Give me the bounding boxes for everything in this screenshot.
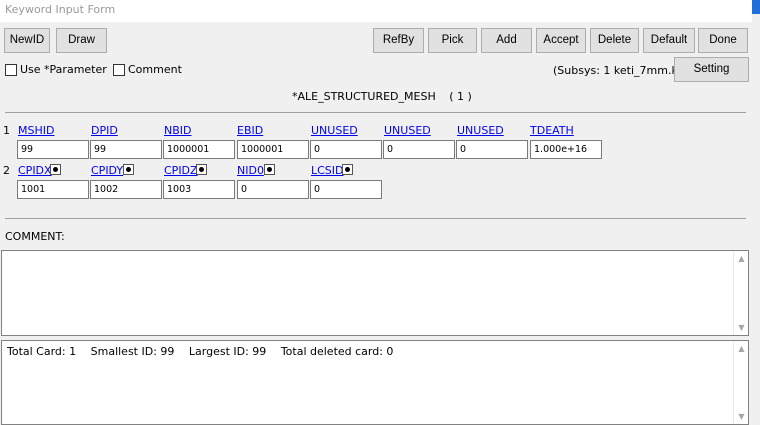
- dpid-input[interactable]: 99: [90, 140, 162, 159]
- keyword-input-form: NewID Draw RefBy Pick Add Accept Delete …: [0, 22, 752, 425]
- keyword-count: ( 1 ): [449, 90, 472, 103]
- largest-id-text: Largest ID: 99: [188, 345, 267, 358]
- cpidz-picker-icon[interactable]: [196, 164, 207, 175]
- cpidz-input[interactable]: 1003: [163, 180, 235, 199]
- ref-by-button[interactable]: RefBy: [373, 28, 424, 53]
- separator-top: [5, 112, 746, 113]
- scroll-up-arrow-icon[interactable]: ▲: [737, 254, 746, 263]
- draw-button[interactable]: Draw: [56, 28, 107, 53]
- card-1-number: 1: [3, 124, 10, 137]
- comment-scrollbar[interactable]: ▲ ▼: [733, 251, 748, 335]
- field-label-dpid[interactable]: DPID: [91, 124, 118, 137]
- status-summary: Total Card: 1 Smallest ID: 99 Largest ID…: [7, 345, 404, 358]
- done-button[interactable]: Done: [698, 28, 748, 53]
- scroll-down-arrow-icon[interactable]: ▼: [737, 323, 746, 332]
- keyword-name: *ALE_STRUCTURED_MESH ( 1 ): [292, 90, 472, 103]
- field-label-mshid[interactable]: MSHID: [18, 124, 54, 137]
- ebid-input[interactable]: 1000001: [237, 140, 309, 159]
- subsys-label: (Subsys: 1 keti_7mm.k): [553, 64, 683, 77]
- field-label-cpidz[interactable]: CPIDZ: [164, 164, 198, 177]
- lcsid-picker-icon[interactable]: [342, 164, 353, 175]
- cpidx-picker-icon[interactable]: [50, 164, 61, 175]
- smallest-id-text: Smallest ID: 99: [90, 345, 175, 358]
- window-title: Keyword Input Form: [0, 0, 752, 22]
- comment-textarea[interactable]: ▲ ▼: [1, 250, 749, 336]
- pick-button[interactable]: Pick: [428, 28, 477, 53]
- lcsid-input[interactable]: 0: [310, 180, 382, 199]
- delete-button[interactable]: Delete: [590, 28, 639, 53]
- window-corner-icon: [752, 0, 760, 14]
- status-info-panel: Total Card: 1 Smallest ID: 99 Largest ID…: [1, 340, 749, 425]
- separator-bottom: [5, 218, 746, 219]
- field-label-unused-2[interactable]: UNUSED: [384, 124, 431, 137]
- field-label-unused-3[interactable]: UNUSED: [457, 124, 504, 137]
- field-label-cpidx[interactable]: CPIDX: [18, 164, 52, 177]
- total-card-text: Total Card: 1: [7, 345, 77, 358]
- scroll-down-arrow-icon[interactable]: ▼: [737, 412, 746, 421]
- default-button[interactable]: Default: [643, 28, 695, 53]
- nid0-picker-icon[interactable]: [264, 164, 275, 175]
- status-scrollbar[interactable]: ▲ ▼: [733, 341, 748, 424]
- field-label-unused-1[interactable]: UNUSED: [311, 124, 358, 137]
- accept-button[interactable]: Accept: [536, 28, 586, 53]
- comment-option[interactable]: Comment: [113, 63, 182, 76]
- unused-1-input[interactable]: 0: [310, 140, 382, 159]
- scroll-up-arrow-icon[interactable]: ▲: [737, 344, 746, 353]
- field-label-nid0[interactable]: NID0: [237, 164, 264, 177]
- card-2-number: 2: [3, 164, 10, 177]
- use-parameter-label: Use *Parameter: [20, 63, 107, 76]
- add-button[interactable]: Add: [481, 28, 532, 53]
- tdeath-input[interactable]: 1.000e+16: [530, 140, 602, 159]
- cpidy-input[interactable]: 1002: [90, 180, 162, 199]
- nid0-input[interactable]: 0: [237, 180, 309, 199]
- cpidy-picker-icon[interactable]: [123, 164, 134, 175]
- new-id-button[interactable]: NewID: [4, 28, 50, 53]
- comment-checkbox[interactable]: [113, 63, 125, 76]
- use-parameter-checkbox[interactable]: [5, 63, 17, 76]
- keyword-title: *ALE_STRUCTURED_MESH: [292, 90, 436, 103]
- field-label-cpidy[interactable]: CPIDY: [91, 164, 123, 177]
- field-label-tdeath[interactable]: TDEATH: [530, 124, 574, 137]
- field-label-nbid[interactable]: NBID: [164, 124, 192, 137]
- unused-2-input[interactable]: 0: [383, 140, 455, 159]
- nbid-input[interactable]: 1000001: [163, 140, 235, 159]
- cpidx-input[interactable]: 1001: [17, 180, 89, 199]
- field-label-lcsid[interactable]: LCSID: [311, 164, 344, 177]
- setting-button[interactable]: Setting: [674, 57, 749, 82]
- comment-section-label: COMMENT:: [5, 230, 65, 243]
- total-deleted-text: Total deleted card: 0: [280, 345, 394, 358]
- use-parameter-option[interactable]: Use *Parameter: [5, 63, 107, 76]
- comment-label: Comment: [128, 63, 182, 76]
- mshid-input[interactable]: 99: [17, 140, 89, 159]
- unused-3-input[interactable]: 0: [456, 140, 528, 159]
- field-label-ebid[interactable]: EBID: [237, 124, 263, 137]
